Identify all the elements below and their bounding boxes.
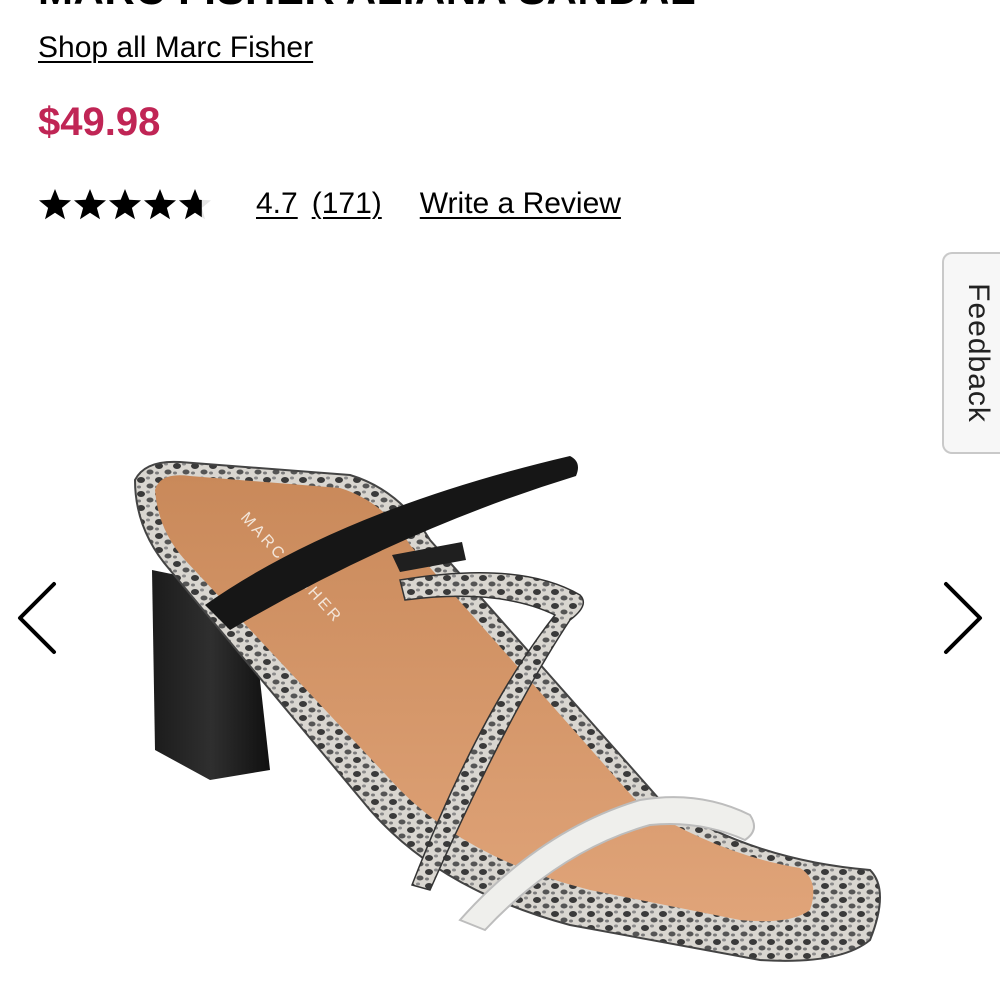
feedback-label: Feedback — [962, 283, 995, 423]
stars-icon — [39, 189, 211, 220]
review-count-link[interactable]: (171) — [312, 187, 382, 221]
product-page: MARC FISHER ALIANA SANDAL Shop all Marc … — [0, 0, 1000, 1000]
product-title: MARC FISHER ALIANA SANDAL — [38, 0, 696, 14]
chevron-left-icon — [18, 582, 56, 654]
shop-all-brand-link[interactable]: Shop all Marc Fisher — [38, 31, 313, 65]
star-rating[interactable] — [38, 184, 218, 224]
product-image[interactable]: MARC FISHER — [100, 420, 920, 1000]
rating-row: 4.7 (171) Write a Review — [38, 181, 621, 227]
next-image-button[interactable] — [940, 578, 986, 658]
chevron-right-icon — [944, 582, 982, 654]
sandal-illustration: MARC FISHER — [133, 456, 881, 962]
write-review-link[interactable]: Write a Review — [420, 187, 621, 221]
product-price: $49.98 — [38, 100, 161, 144]
previous-image-button[interactable] — [14, 578, 60, 658]
rating-value-link[interactable]: 4.7 — [256, 187, 298, 221]
feedback-tab[interactable]: Feedback — [942, 252, 1000, 454]
